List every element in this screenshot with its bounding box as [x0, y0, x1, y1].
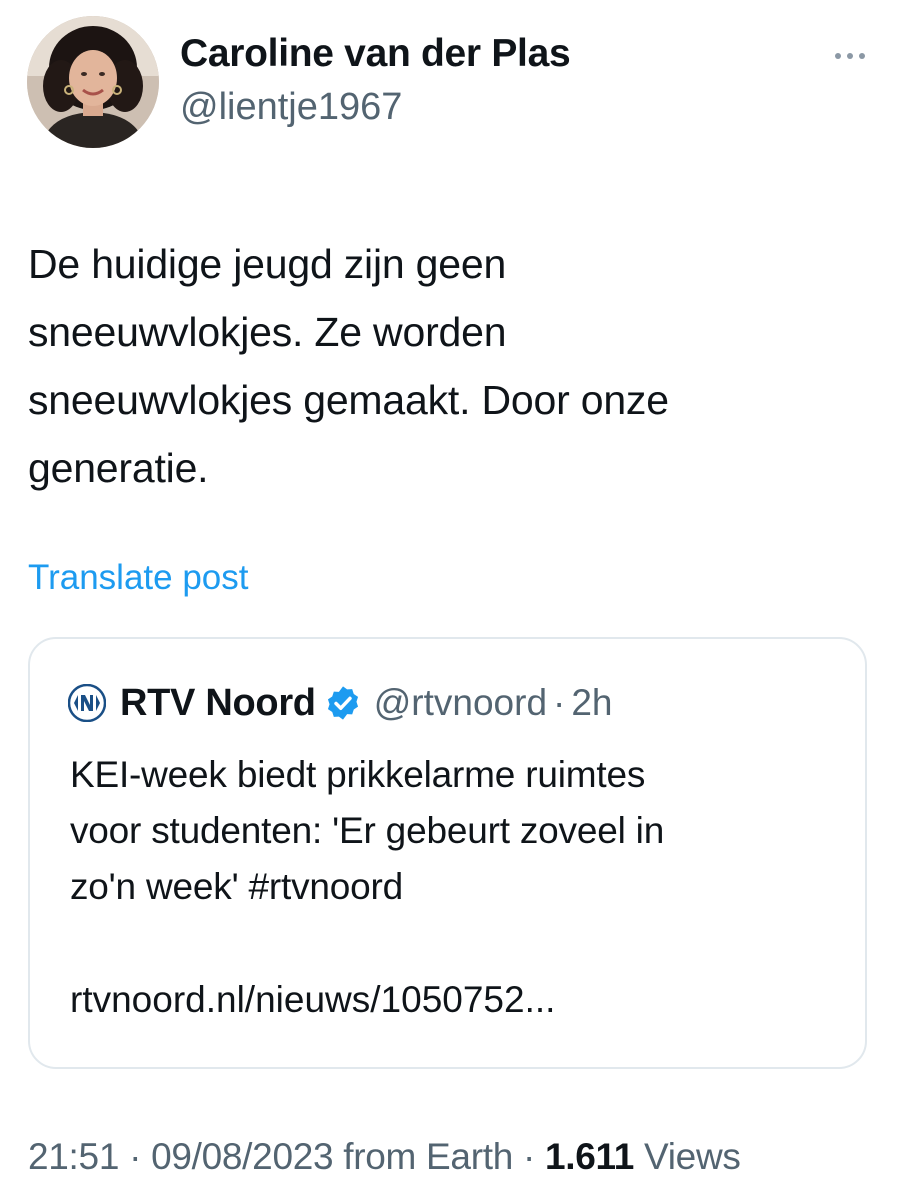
post-time[interactable]: 21:51 — [28, 1136, 119, 1177]
post-text: De huidige jeugd zijn geen sneeuwvlokjes… — [28, 230, 848, 502]
quoted-post-link[interactable]: rtvnoord.nl/nieuws/1050752... — [70, 979, 555, 1021]
quoted-post-card[interactable]: RTV Noord @rtvnoord · 2h KEI-week biedt … — [28, 637, 867, 1069]
post-source: from Earth — [343, 1136, 513, 1177]
more-icon — [835, 53, 865, 59]
separator-dot: · — [129, 1136, 142, 1177]
quoted-post-text: KEI-week biedt prikkelarme ruimtes voor … — [70, 747, 850, 915]
views-label: Views — [644, 1136, 741, 1177]
post-text-line: sneeuwvlokjes. Ze worden — [28, 309, 507, 355]
views-count[interactable]: 1.611 — [545, 1136, 634, 1177]
quoted-author-name[interactable]: RTV Noord — [120, 682, 316, 725]
author-avatar[interactable] — [27, 16, 159, 148]
separator-dot: · — [522, 1136, 535, 1177]
quoted-post-header: RTV Noord @rtvnoord · 2h — [68, 679, 613, 727]
quoted-text-line: voor studenten: 'Er gebeurt zoveel in — [70, 810, 665, 851]
quoted-text-line: KEI-week biedt prikkelarme ruimtes — [70, 754, 646, 795]
avatar-photo — [27, 16, 159, 148]
author-handle[interactable]: @lientje1967 — [180, 86, 402, 129]
separator-dot: · — [553, 682, 566, 723]
post-meta: 21:51 · 09/08/2023 from Earth · 1.611 Vi… — [28, 1136, 741, 1178]
post-text-line: generatie. — [28, 445, 209, 491]
translate-post-link[interactable]: Translate post — [28, 558, 248, 598]
verified-badge-icon — [327, 686, 358, 720]
more-options-button[interactable] — [828, 40, 872, 72]
post-date[interactable]: 09/08/2023 — [151, 1136, 333, 1177]
post-text-line: De huidige jeugd zijn geen — [28, 241, 507, 287]
quoted-post-time[interactable]: 2h — [571, 682, 612, 724]
rtv-noord-logo-icon[interactable] — [68, 684, 106, 722]
quoted-text-line: zo'n week' #rtvnoord — [70, 866, 404, 907]
quoted-author-handle[interactable]: @rtvnoord — [374, 682, 547, 724]
author-display-name[interactable]: Caroline van der Plas — [180, 32, 571, 76]
post-text-line: sneeuwvlokjes gemaakt. Door onze — [28, 377, 669, 423]
